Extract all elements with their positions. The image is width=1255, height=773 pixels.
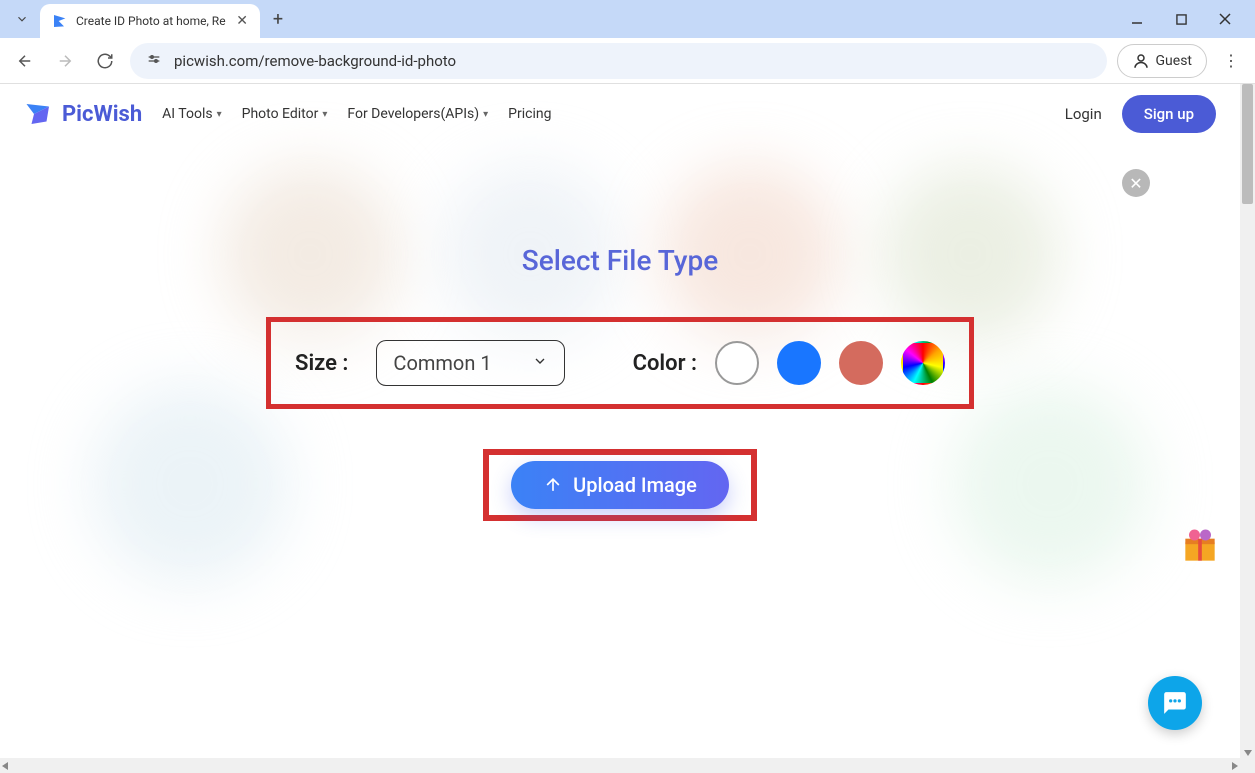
nav-pricing-label: Pricing (508, 106, 551, 122)
modal-close-button[interactable]: ✕ (1122, 169, 1150, 197)
color-options: Color : (633, 341, 945, 385)
tab-favicon-icon (52, 13, 68, 29)
picwish-logo-icon (24, 99, 54, 129)
guest-label: Guest (1156, 53, 1192, 69)
upload-label: Upload Image (573, 473, 697, 497)
chat-support-button[interactable] (1148, 676, 1202, 730)
address-bar[interactable]: picwish.com/remove-background-id-photo (130, 43, 1107, 79)
upload-button-highlighted: Upload Image (483, 449, 757, 521)
forward-button[interactable] (50, 46, 80, 76)
chevron-down-icon: ▾ (483, 109, 488, 120)
close-window-button[interactable] (1211, 5, 1239, 33)
signup-button[interactable]: Sign up (1122, 95, 1216, 133)
color-label: Color : (633, 351, 697, 376)
tabs-dropdown[interactable] (8, 5, 36, 33)
horizontal-scrollbar[interactable] (0, 758, 1240, 773)
scrollbar-corner (1240, 758, 1255, 773)
upload-icon (543, 475, 563, 495)
nav-pricing[interactable]: Pricing (508, 106, 551, 122)
color-swatch-blue[interactable] (777, 341, 821, 385)
chevron-down-icon: ▾ (217, 109, 222, 120)
browser-menu-button[interactable]: ⋮ (1217, 47, 1245, 75)
logo[interactable]: PicWish (24, 99, 142, 129)
chevron-down-icon: ▾ (322, 109, 327, 120)
nav-photo-editor-label: Photo Editor (242, 106, 319, 122)
size-dropdown[interactable]: Common 1 (376, 340, 564, 386)
color-swatch-red[interactable] (839, 341, 883, 385)
logo-text: PicWish (62, 102, 142, 127)
minimize-button[interactable] (1123, 5, 1151, 33)
nav-photo-editor[interactable]: Photo Editor▾ (242, 106, 328, 122)
size-label: Size : (295, 351, 348, 376)
file-type-modal: ✕ Select File Type Size : Common 1 Color… (0, 164, 1240, 758)
browser-titlebar: Create ID Photo at home, Re ✕ + (0, 0, 1255, 38)
nav-ai-tools[interactable]: AI Tools ▾ (162, 106, 221, 122)
guest-profile-button[interactable]: Guest (1117, 44, 1207, 78)
maximize-button[interactable] (1167, 5, 1195, 33)
back-button[interactable] (10, 46, 40, 76)
vertical-scrollbar[interactable] (1240, 84, 1255, 758)
size-value: Common 1 (393, 351, 491, 375)
chevron-down-icon (532, 353, 548, 373)
login-link[interactable]: Login (1065, 105, 1102, 123)
settings-row-highlighted: Size : Common 1 Color : (266, 317, 974, 409)
page-content: PicWish AI Tools▾ Photo Editor▾ For Deve… (0, 84, 1240, 758)
nav-developers[interactable]: For Developers(APIs) ▾ (347, 106, 488, 122)
browser-toolbar: picwish.com/remove-background-id-photo G… (0, 38, 1255, 84)
modal-title: Select File Type (522, 244, 718, 277)
gift-icon[interactable] (1178, 524, 1222, 568)
scrollbar-thumb[interactable] (1242, 84, 1253, 204)
reload-button[interactable] (90, 46, 120, 76)
color-swatch-white[interactable] (715, 341, 759, 385)
url-text: picwish.com/remove-background-id-photo (174, 52, 456, 70)
site-header: PicWish AI Tools▾ Photo Editor▾ For Deve… (0, 84, 1240, 144)
new-tab-button[interactable]: + (264, 5, 292, 33)
nav-developers-label: For Developers(APIs) (347, 106, 479, 122)
chat-icon (1162, 690, 1188, 716)
person-icon (1132, 52, 1150, 70)
tab-title: Create ID Photo at home, Re (76, 14, 226, 28)
color-swatch-rainbow[interactable] (901, 341, 945, 385)
nav-ai-tools-label: AI Tools (162, 106, 212, 122)
site-controls-icon[interactable] (144, 51, 164, 71)
close-icon[interactable]: ✕ (236, 13, 248, 29)
upload-image-button[interactable]: Upload Image (511, 461, 729, 509)
browser-tab[interactable]: Create ID Photo at home, Re ✕ (40, 4, 260, 38)
